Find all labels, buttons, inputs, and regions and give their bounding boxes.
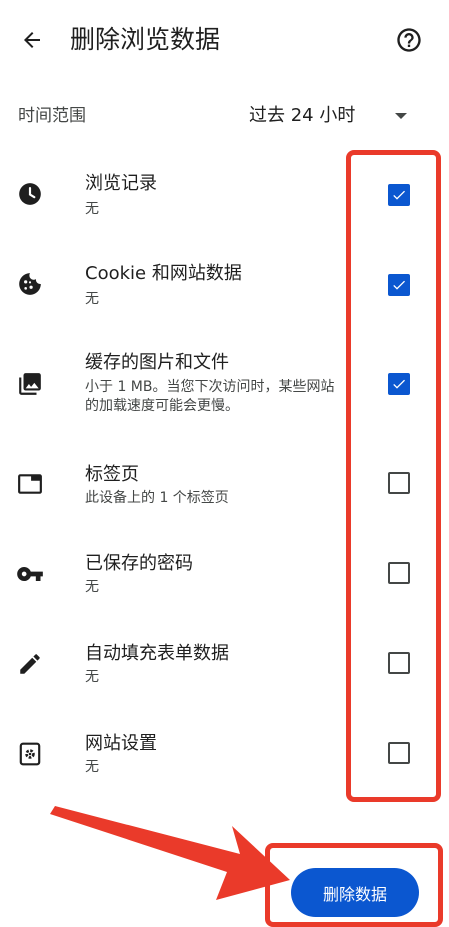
option-title: 已保存的密码 — [85, 553, 193, 574]
checkbox-checked[interactable] — [388, 373, 410, 395]
option-title: 缓存的图片和文件 — [85, 352, 229, 373]
option-title: Cookie 和网站数据 — [85, 263, 242, 284]
delete-data-button[interactable]: 删除数据 — [291, 868, 419, 917]
option-title: 标签页 — [85, 464, 139, 485]
checkbox-checked[interactable] — [388, 274, 410, 296]
checkbox-unchecked[interactable] — [388, 652, 410, 674]
option-subtitle: 此设备上的 1 个标签页 — [85, 490, 229, 506]
checkbox-checked[interactable] — [388, 184, 410, 206]
arrow-back-icon — [20, 28, 44, 52]
option-subtitle: 无 — [85, 291, 99, 307]
option-title: 自动填充表单数据 — [85, 643, 229, 664]
option-tabs[interactable]: 标签页 此设备上的 1 个标签页 — [0, 442, 449, 522]
dropdown-caret-icon — [394, 112, 408, 120]
option-subtitle: 无 — [85, 669, 99, 685]
image-icon — [16, 370, 44, 398]
option-title: 浏览记录 — [85, 173, 157, 194]
option-title: 网站设置 — [85, 733, 157, 754]
time-range-label: 时间范围 — [18, 106, 86, 126]
option-autofill[interactable]: 自动填充表单数据 无 — [0, 622, 449, 702]
back-button[interactable] — [14, 22, 50, 58]
help-button[interactable] — [391, 22, 427, 58]
option-saved-passwords[interactable]: 已保存的密码 无 — [0, 532, 449, 612]
tab-icon — [16, 470, 44, 498]
key-icon — [16, 560, 44, 588]
option-cookies[interactable]: Cookie 和网站数据 无 — [0, 240, 449, 320]
checkbox-unchecked[interactable] — [388, 562, 410, 584]
checkbox-unchecked[interactable] — [388, 742, 410, 764]
top-app-bar: 删除浏览数据 — [0, 0, 449, 80]
option-subtitle: 无 — [85, 759, 99, 775]
option-subtitle: 无 — [85, 201, 99, 217]
page-title: 删除浏览数据 — [70, 25, 221, 54]
site-settings-icon — [16, 740, 44, 768]
option-cached-images[interactable]: 缓存的图片和文件 小于 1 MB。当您下次访问时，某些网站的加载速度可能会更慢。 — [0, 340, 449, 430]
cookie-icon — [16, 270, 44, 298]
pencil-icon — [16, 650, 44, 678]
time-range-dropdown[interactable]: 过去 24 小时 — [240, 98, 420, 134]
option-browsing-history[interactable]: 浏览记录 无 — [0, 150, 449, 230]
clock-icon — [16, 180, 44, 208]
option-subtitle: 无 — [85, 579, 99, 595]
checkbox-unchecked[interactable] — [388, 472, 410, 494]
option-subtitle: 小于 1 MB。当您下次访问时，某些网站的加载速度可能会更慢。 — [85, 379, 335, 414]
help-circle-icon — [395, 26, 423, 54]
time-range-value: 过去 24 小时 — [249, 105, 356, 126]
